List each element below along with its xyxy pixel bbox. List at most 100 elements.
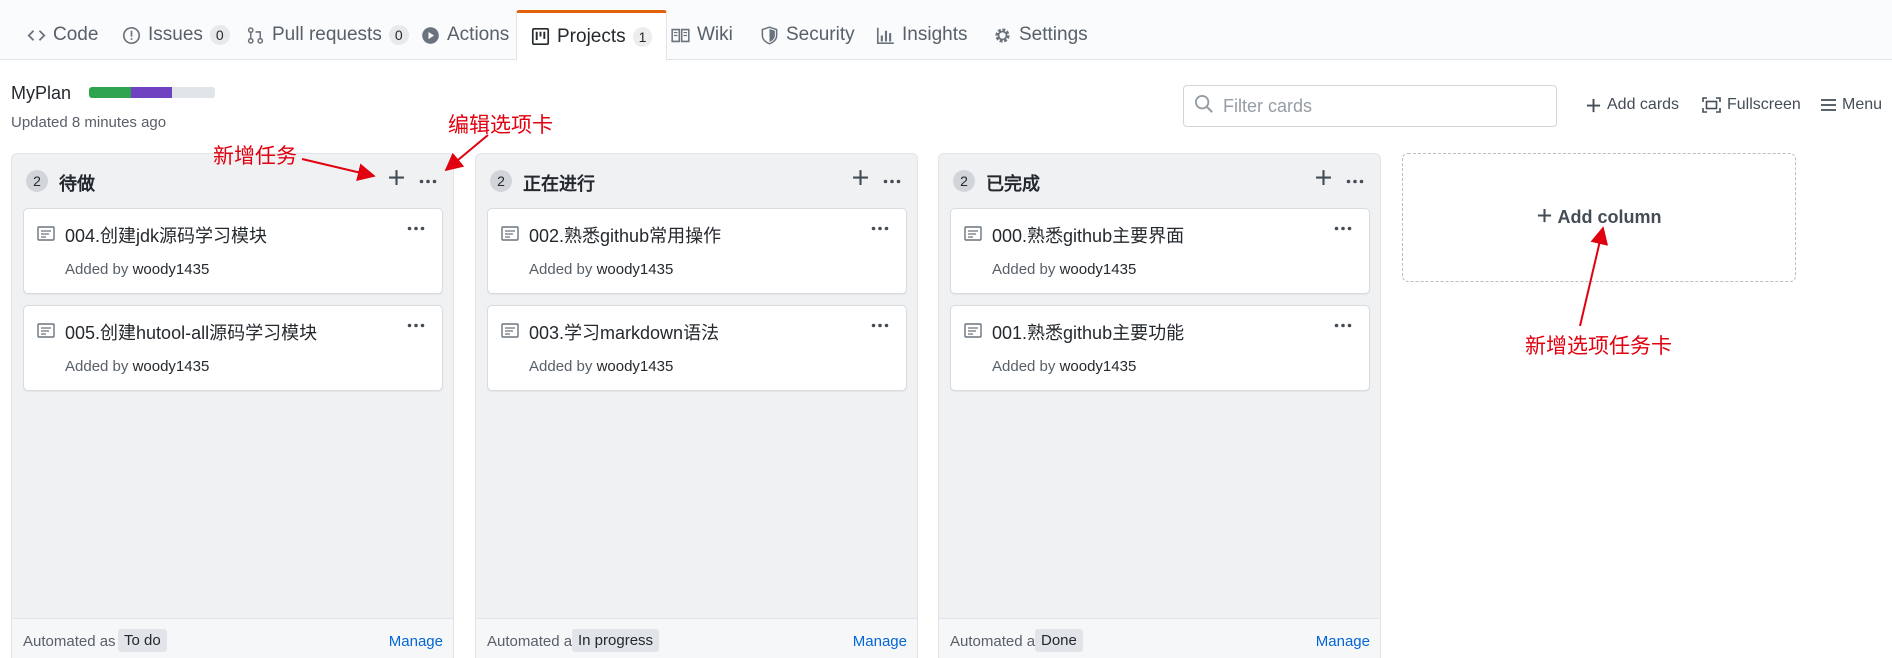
tab-wiki[interactable]: Wiki — [657, 10, 747, 60]
kebab-horizontal-icon — [883, 171, 901, 189]
column-menu-button[interactable] — [1342, 167, 1368, 193]
automation-preset-badge: To do — [118, 629, 167, 652]
add-card-button[interactable] — [1310, 167, 1336, 193]
card-title[interactable]: 005.创建hutool-all源码学习模块 — [65, 319, 317, 345]
tab-label: Projects — [557, 25, 626, 47]
kebab-horizontal-icon — [1334, 315, 1352, 333]
tab-label: Actions — [447, 24, 510, 45]
note-card[interactable]: 002.熟悉github常用操作 Added by woody1435 — [487, 208, 907, 294]
tab-issues[interactable]: Issues 0 — [108, 10, 244, 60]
added-by-label: Added by — [992, 358, 1056, 375]
kebab-horizontal-icon — [871, 218, 889, 236]
shield-icon — [760, 25, 779, 45]
card-author-link[interactable]: woody1435 — [1060, 261, 1137, 278]
card-menu-button[interactable] — [1331, 314, 1355, 334]
tab-settings[interactable]: Settings — [979, 10, 1102, 60]
kebab-horizontal-icon — [871, 315, 889, 333]
progress-in-progress — [130, 87, 173, 98]
menu-button[interactable]: Menu — [1821, 96, 1882, 114]
card-author-link[interactable]: woody1435 — [597, 358, 674, 375]
graph-icon — [876, 26, 895, 45]
plus-icon — [1537, 207, 1552, 228]
column-footer: Automated as Done Manage — [939, 618, 1380, 658]
hamburger-icon — [1821, 98, 1836, 112]
card-meta: Added by woody1435 — [992, 358, 1136, 375]
add-card-button[interactable] — [383, 167, 409, 193]
add-cards-button[interactable]: Add cards — [1586, 96, 1679, 114]
project-title[interactable]: MyPlan — [11, 83, 71, 104]
card-title[interactable]: 004.创建jdk源码学习模块 — [65, 222, 267, 248]
tab-label: Code — [53, 24, 99, 45]
filter-cards-box[interactable] — [1183, 85, 1557, 127]
manage-automation-link[interactable]: Manage — [853, 633, 907, 650]
annotation-edit-tab: 编辑选项卡 — [448, 113, 553, 137]
note-icon — [37, 323, 55, 343]
tab-projects[interactable]: Projects 1 — [516, 10, 668, 61]
column-menu-button[interactable] — [415, 167, 441, 193]
tab-security[interactable]: Security — [746, 10, 869, 60]
card-title[interactable]: 002.熟悉github常用操作 — [529, 222, 721, 248]
plus-icon — [852, 169, 869, 191]
filter-cards-input[interactable] — [1223, 95, 1543, 117]
column-card-count: 2 — [490, 170, 512, 192]
pull-requests-counter: 0 — [388, 25, 409, 45]
fullscreen-button[interactable]: Fullscreen — [1702, 96, 1801, 114]
card-author-link[interactable]: woody1435 — [1060, 358, 1137, 375]
column-header: 2 已完成 — [939, 154, 1380, 206]
board-column: 2 待做 004.创建jdk源码学习模块 Added by woody1435 005.… — [11, 153, 454, 658]
note-card[interactable]: 004.创建jdk源码学习模块 Added by woody1435 — [23, 208, 443, 294]
card-meta: Added by woody1435 — [529, 358, 673, 375]
card-meta: Added by woody1435 — [65, 261, 209, 278]
card-title[interactable]: 003.学习markdown语法 — [529, 319, 719, 345]
automation-preset-badge: Done — [1035, 629, 1083, 652]
note-icon — [37, 226, 55, 246]
added-by-label: Added by — [65, 261, 129, 278]
add-column-label: Add column — [1557, 207, 1662, 227]
tab-code[interactable]: Code — [13, 10, 112, 60]
annotation-add-task: 新增任务 — [213, 144, 297, 168]
manage-automation-link[interactable]: Manage — [389, 633, 443, 650]
tab-insights[interactable]: Insights — [862, 10, 981, 60]
added-by-label: Added by — [529, 358, 593, 375]
card-author-link[interactable]: woody1435 — [133, 261, 210, 278]
manage-automation-link[interactable]: Manage — [1316, 633, 1370, 650]
column-card-count: 2 — [26, 170, 48, 192]
column-footer: Automated as In progress Manage — [476, 618, 917, 658]
project-icon — [531, 27, 550, 46]
project-board-page: Code Issues 0 Pull requests 0 Actions Pr… — [0, 0, 1892, 658]
projects-counter: 1 — [632, 26, 653, 47]
column-menu-button[interactable] — [879, 167, 905, 193]
card-title[interactable]: 000.熟悉github主要界面 — [992, 222, 1184, 248]
tab-actions[interactable]: Actions — [407, 10, 523, 60]
plus-icon — [1586, 98, 1601, 113]
card-title[interactable]: 001.熟悉github主要功能 — [992, 319, 1184, 345]
column-footer: Automated as To do Manage — [12, 618, 453, 658]
card-menu-button[interactable] — [1331, 217, 1355, 237]
card-menu-button[interactable] — [868, 217, 892, 237]
note-icon — [501, 226, 519, 246]
note-card[interactable]: 001.熟悉github主要功能 Added by woody1435 — [950, 305, 1370, 391]
card-author-link[interactable]: woody1435 — [597, 261, 674, 278]
card-meta: Added by woody1435 — [65, 358, 209, 375]
card-menu-button[interactable] — [868, 314, 892, 334]
card-meta: Added by woody1435 — [529, 261, 673, 278]
search-icon — [1194, 94, 1214, 119]
book-icon — [671, 26, 690, 45]
tab-pull-requests[interactable]: Pull requests 0 — [232, 10, 423, 60]
column-card-count: 2 — [953, 170, 975, 192]
note-card[interactable]: 000.熟悉github主要界面 Added by woody1435 — [950, 208, 1370, 294]
column-title: 已完成 — [986, 174, 1040, 194]
add-column-button[interactable]: Add column — [1402, 153, 1796, 282]
added-by-label: Added by — [65, 358, 129, 375]
card-menu-button[interactable] — [404, 314, 428, 334]
card-author-link[interactable]: woody1435 — [133, 358, 210, 375]
add-card-button[interactable] — [847, 167, 873, 193]
card-meta: Added by woody1435 — [992, 261, 1136, 278]
added-by-label: Added by — [992, 261, 1056, 278]
note-card[interactable]: 003.学习markdown语法 Added by woody1435 — [487, 305, 907, 391]
board-column: 2 正在进行 002.熟悉github常用操作 Added by woody1435 0… — [475, 153, 918, 658]
card-menu-button[interactable] — [404, 217, 428, 237]
automation-label: Automated as — [487, 633, 580, 650]
note-card[interactable]: 005.创建hutool-all源码学习模块 Added by woody1435 — [23, 305, 443, 391]
plus-icon — [388, 169, 405, 191]
